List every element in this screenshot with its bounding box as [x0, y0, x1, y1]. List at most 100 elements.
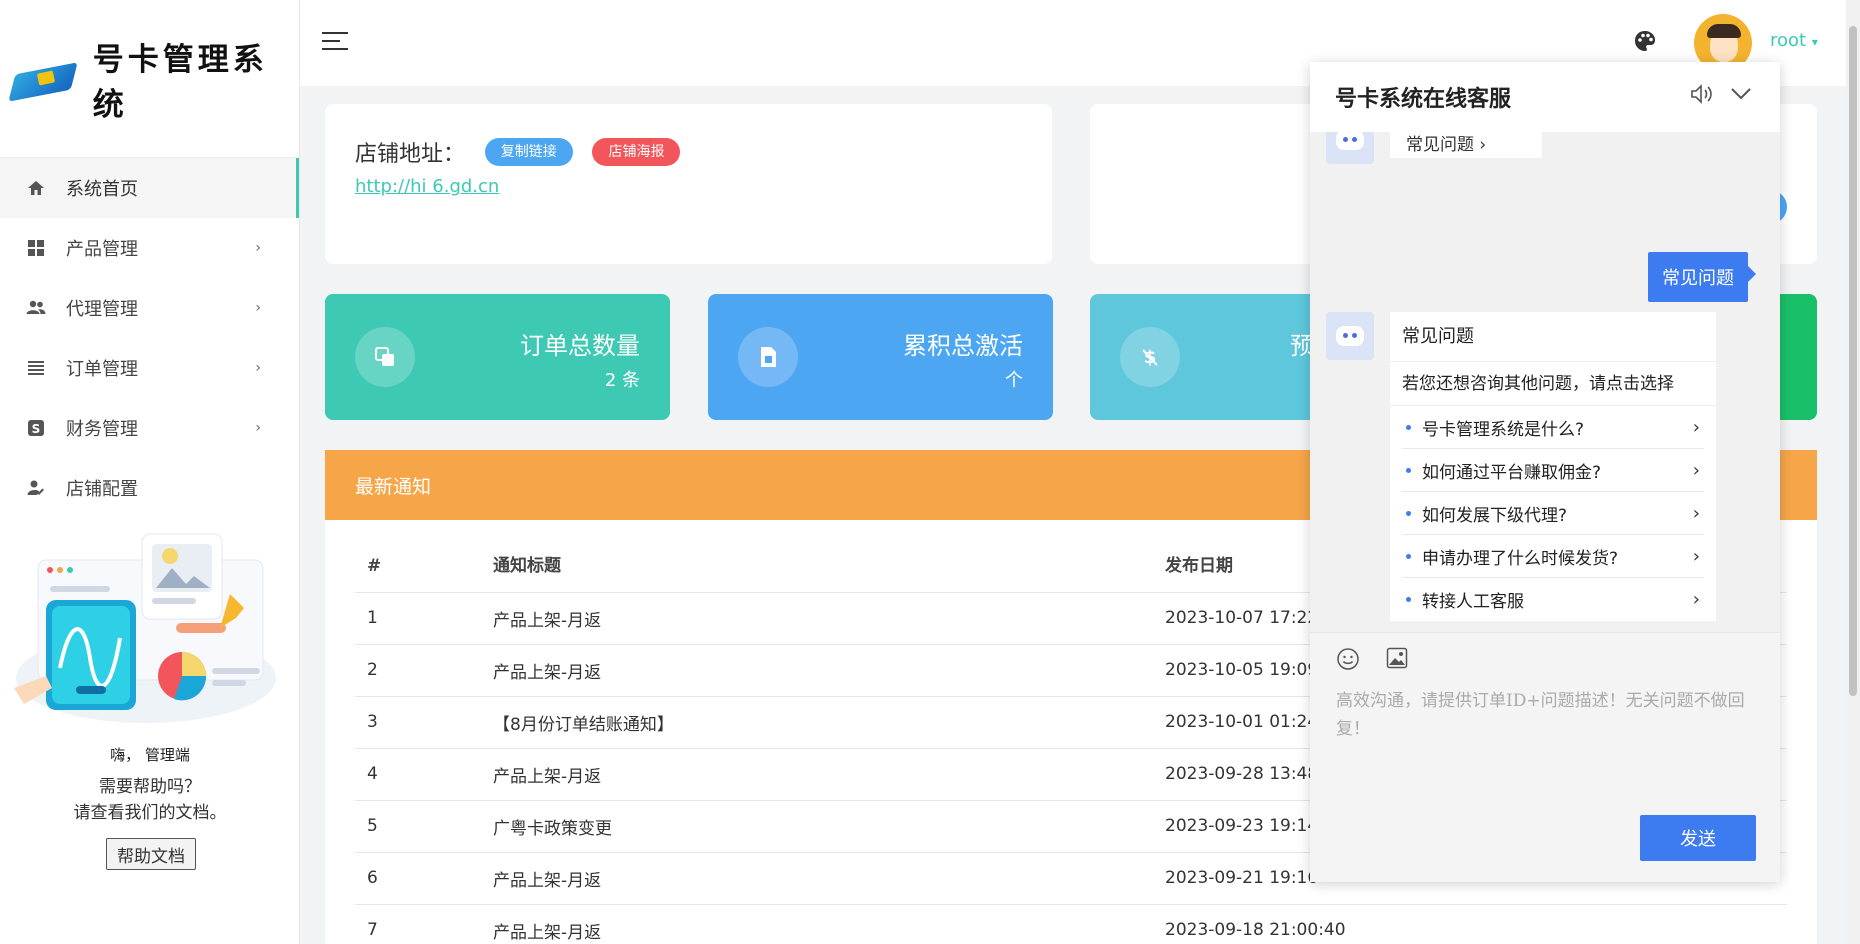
menu-toggle-icon[interactable]: [322, 32, 348, 52]
sidebar-item-finance[interactable]: S 财务管理 ›: [0, 398, 299, 458]
chevron-right-icon: ›: [1692, 502, 1700, 524]
chevron-right-icon: ›: [255, 360, 261, 376]
cell-index: 4: [355, 748, 493, 801]
cell-index: 1: [355, 592, 493, 645]
stat-title: 累积总激活: [903, 332, 1023, 360]
image-icon[interactable]: [1386, 647, 1408, 674]
column-header: #: [355, 520, 493, 593]
grid-icon: [26, 238, 46, 258]
help-illustration: [6, 528, 286, 728]
help-docs-button[interactable]: 帮助文档: [106, 838, 196, 870]
sidebar-menu: 系统首页 产品管理 › 代理管理 › 订单管理 › S 财务管理 › 店铺配置: [0, 158, 299, 518]
faq-bubble: 常见问题 若您还想咨询其他问题，请点击选择 号卡管理系统是什么? › 如何通过平台…: [1390, 312, 1716, 621]
palette-icon[interactable]: [1634, 30, 1656, 58]
send-button[interactable]: 发送: [1640, 815, 1756, 861]
cell-title[interactable]: 产品上架-月返: [493, 644, 1165, 697]
cell-index: 7: [355, 904, 493, 944]
sidebar-item-label: 财务管理: [66, 419, 138, 440]
volume-icon[interactable]: [1690, 84, 1714, 109]
users-icon: [26, 298, 46, 318]
copy-icon: [355, 327, 415, 387]
faq-item[interactable]: 转接人工客服 ›: [1402, 578, 1704, 621]
chat-input-area: 高效沟通，请提供订单ID+问题描述！无关问题不做回复！ 发送: [1310, 632, 1780, 882]
sim-card-icon: [738, 327, 798, 387]
sidebar-item-label: 订单管理: [66, 359, 138, 380]
logo-icon: [8, 56, 79, 102]
stat-title: 订单总数量: [520, 332, 640, 360]
cell-title[interactable]: 产品上架-月返: [493, 748, 1165, 801]
chat-bubble-partial[interactable]: 常见问题 ›: [1390, 130, 1542, 158]
chat-header: 号卡系统在线客服: [1310, 62, 1780, 132]
shop-poster-button[interactable]: 店铺海报: [592, 138, 681, 166]
chevron-right-icon: ›: [255, 240, 261, 256]
faq-item-label: 转接人工客服: [1422, 592, 1524, 612]
user-message-bubble: 常见问题: [1648, 252, 1756, 302]
faq-item-label: 如何通过平台赚取佣金?: [1422, 462, 1602, 483]
sidebar-item-label: 代理管理: [66, 299, 138, 320]
faq-subtitle: 若您还想咨询其他问题，请点击选择: [1390, 362, 1716, 406]
chat-title: 号卡系统在线客服: [1335, 87, 1512, 112]
emoji-icon[interactable]: [1336, 647, 1360, 677]
chat-message-input[interactable]: 高效沟通，请提供订单ID+问题描述！无关问题不做回复！: [1336, 687, 1746, 743]
scrollbar-thumb[interactable]: [1849, 26, 1857, 696]
bot-avatar: [1326, 312, 1374, 360]
cell-title[interactable]: 产品上架-月返: [493, 592, 1165, 645]
shop-url-link[interactable]: http://hi 6.gd.cn: [355, 176, 1022, 197]
dollar-icon: $: [1120, 327, 1180, 387]
sidebar-item-label: 产品管理: [66, 239, 138, 260]
list-icon: [26, 358, 46, 378]
copy-link-button[interactable]: 复制链接: [484, 138, 573, 166]
page-scrollbar[interactable]: [1846, 0, 1860, 944]
stat-total-activations[interactable]: 累积总激活 个: [708, 294, 1053, 420]
faq-item[interactable]: 如何发展下级代理? ›: [1402, 492, 1704, 535]
help-line-2: 请查看我们的文档。: [73, 803, 227, 823]
stat-value: 2 条: [604, 370, 640, 391]
chat-panel: 号卡系统在线客服 常见问题 › 常见问题 常见问题 若您还想咨询其他问题，请点击…: [1310, 62, 1780, 882]
cell-title[interactable]: 产品上架-月返: [493, 852, 1165, 905]
chevron-right-icon: ›: [255, 420, 261, 436]
faq-item[interactable]: 号卡管理系统是什么? ›: [1402, 406, 1704, 449]
home-icon: [26, 178, 46, 198]
sidebar-item-shop-config[interactable]: 店铺配置: [0, 458, 299, 518]
sidebar-item-products[interactable]: 产品管理 ›: [0, 218, 299, 278]
chevron-right-icon: ›: [1692, 589, 1700, 610]
sidebar-item-orders[interactable]: 订单管理 ›: [0, 338, 299, 398]
chevron-down-icon[interactable]: [1730, 82, 1752, 106]
help-greeting: 嗨， 管理端: [110, 746, 190, 764]
table-row[interactable]: 7 产品上架-月返 2023-09-18 21:00:40: [355, 904, 1787, 944]
chat-messages: 常见问题 › 常见问题 常见问题 若您还想咨询其他问题，请点击选择 号卡管理系统…: [1310, 116, 1780, 692]
faq-title: 常见问题: [1390, 312, 1716, 362]
sidebar-item-home[interactable]: 系统首页: [0, 158, 299, 218]
cell-title[interactable]: 产品上架-月返: [493, 904, 1165, 944]
faq-item[interactable]: 申请办理了什么时候发货? ›: [1402, 535, 1704, 578]
cell-index: 5: [355, 800, 493, 853]
faq-item-label: 申请办理了什么时候发货?: [1422, 548, 1619, 569]
sidebar-item-agents[interactable]: 代理管理 ›: [0, 278, 299, 338]
stat-value: 个: [1005, 370, 1023, 391]
dollar-icon: S: [26, 418, 46, 438]
cell-title[interactable]: 【8月份订单结账通知】: [493, 696, 1165, 749]
stat-total-orders[interactable]: 订单总数量 2 条: [325, 294, 670, 420]
caret-down-icon: ▾: [1811, 35, 1818, 49]
faq-item-label: 如何发展下级代理?: [1422, 505, 1568, 526]
help-line-1: 需要帮助吗？: [99, 777, 201, 797]
cell-index: 6: [355, 852, 493, 905]
cell-date: 2023-09-18 21:00:40: [1165, 904, 1787, 944]
username-dropdown[interactable]: root ▾: [1770, 30, 1818, 51]
sidebar: 号卡管理系统 系统首页 产品管理 › 代理管理 › 订单管理 › S 财务管理 …: [0, 0, 300, 944]
app-title: 号卡管理系统: [92, 41, 268, 123]
chevron-right-icon: ›: [255, 300, 261, 316]
logo[interactable]: 号卡管理系统: [0, 0, 299, 158]
cell-index: 2: [355, 644, 493, 697]
chevron-right-icon: ›: [1692, 459, 1700, 481]
column-header: 通知标题: [493, 520, 1165, 593]
chevron-right-icon: ›: [1692, 416, 1700, 438]
faq-item-label: 号卡管理系统是什么?: [1422, 419, 1585, 440]
svg-text:S: S: [32, 422, 41, 436]
sidebar-item-label: 系统首页: [66, 179, 138, 200]
user-edit-icon: [26, 478, 46, 498]
cell-title[interactable]: 广粤卡政策变更: [493, 800, 1165, 853]
sidebar-item-label: 店铺配置: [66, 479, 138, 500]
help-message: 需要帮助吗？ 请查看我们的文档。: [0, 774, 300, 826]
faq-item[interactable]: 如何通过平台赚取佣金? ›: [1402, 449, 1704, 492]
